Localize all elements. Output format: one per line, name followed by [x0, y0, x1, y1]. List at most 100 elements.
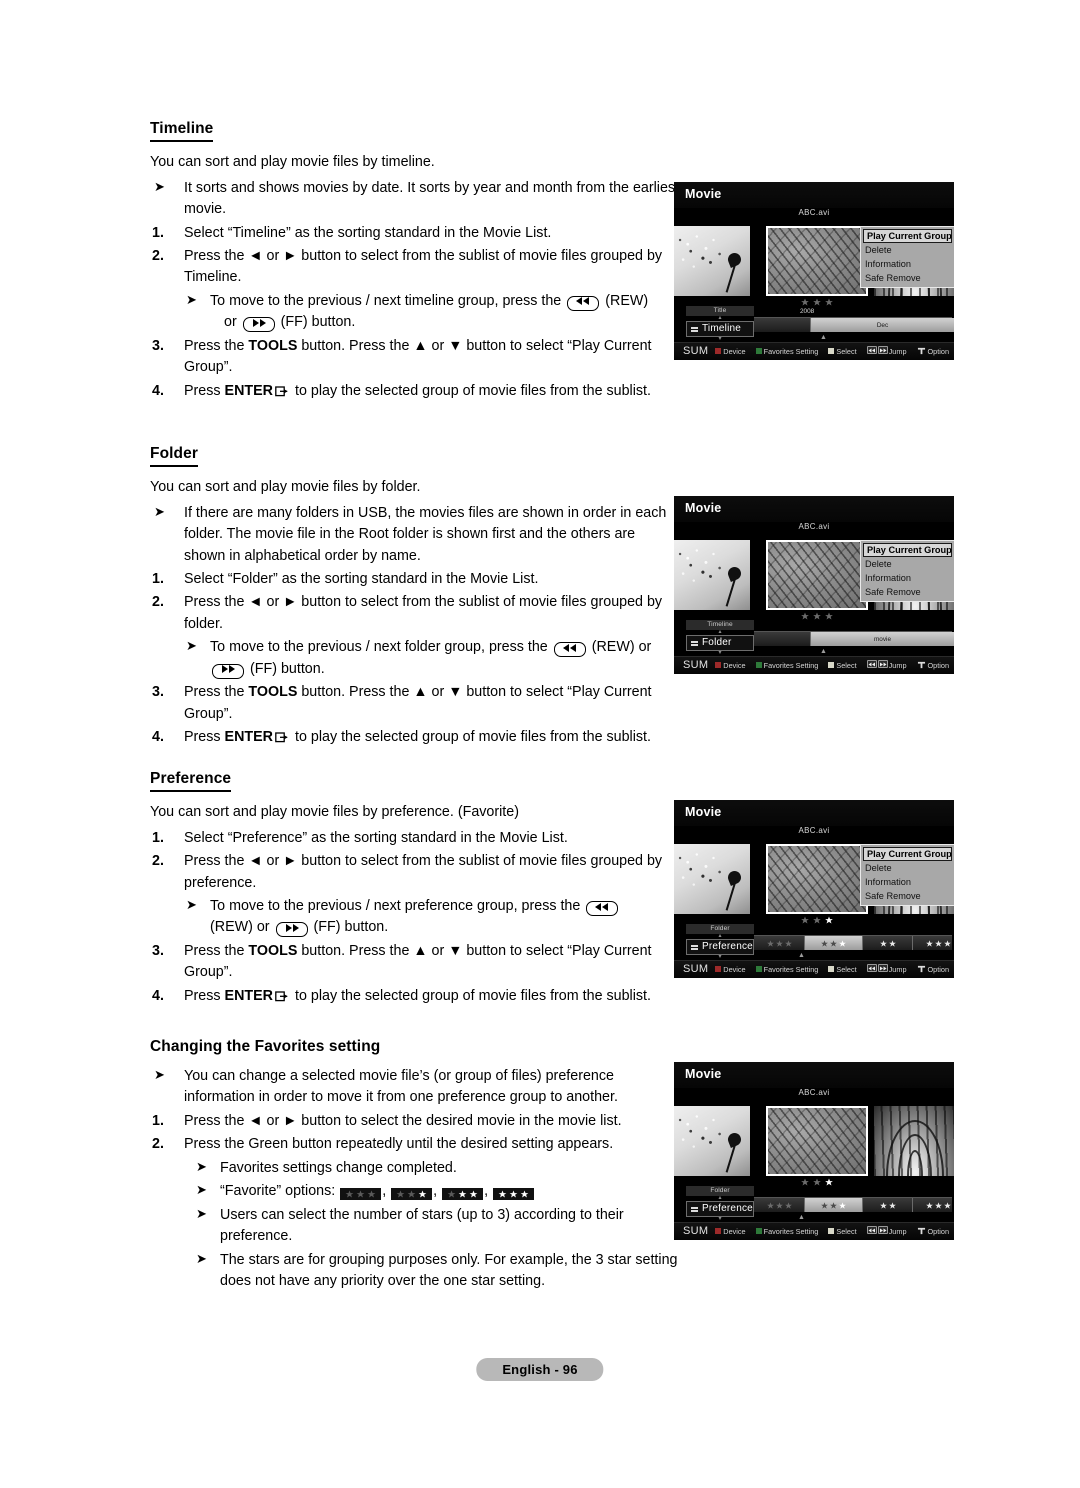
list-text: Press the TOOLS button. Press the ▲ or ▼… [184, 941, 680, 984]
key-label-option: Option [927, 965, 950, 974]
text-pre: Press the [184, 684, 249, 701]
popup-item-safe-remove[interactable]: Safe Remove [861, 271, 954, 285]
bullet-arrow-icon: ➤ [154, 178, 165, 194]
group-segment-current[interactable]: movie [810, 632, 954, 646]
popup-item-delete[interactable]: Delete [861, 557, 954, 571]
group-bar[interactable]: 2008 Dec [754, 308, 954, 332]
tools-keyword: TOOLS [248, 684, 298, 701]
bullet-arrow-icon: ➤ [196, 1182, 207, 1198]
text-pre: Press [184, 987, 225, 1004]
tools-popup-menu[interactable]: Play Current Group Delete Information Sa… [860, 540, 954, 602]
list-text: Press the ◄ or ► button to select the de… [184, 1112, 622, 1129]
rew-key-icon [866, 1226, 877, 1234]
green-key-icon [755, 1228, 762, 1234]
tools-key-icon [917, 661, 926, 669]
rew-key-icon [866, 346, 877, 354]
group-pointer-icon: ▲ [798, 1214, 805, 1221]
popup-item-safe-remove[interactable]: Safe Remove [861, 585, 954, 599]
sort-option-current[interactable]: Folder [686, 635, 754, 651]
list-text: Press the TOOLS button. Press the ▲ or ▼… [184, 682, 680, 725]
group-bar[interactable] [754, 1197, 952, 1212]
popup-item-information[interactable]: Information [861, 257, 954, 271]
group-segment-3-star[interactable] [912, 1198, 954, 1212]
text-after: to play the selected group of movie file… [291, 987, 651, 1004]
numbered-item: 4. Press ENTER to play the selected grou… [150, 381, 680, 404]
popup-item-play-current-group[interactable]: Play Current Group [863, 847, 952, 861]
sub-bullet-text: Favorites settings change completed. [220, 1159, 457, 1176]
popup-item-play-current-group[interactable]: Play Current Group [863, 229, 952, 243]
tv-filename: ABC.avi [798, 1088, 830, 1097]
popup-item-delete[interactable]: Delete [861, 861, 954, 875]
key-label-favorites-setting: Favorites Setting [763, 965, 819, 974]
sort-current-label: Folder [702, 637, 732, 648]
thumbnail-current[interactable] [766, 844, 868, 914]
group-segment-0-star[interactable] [754, 936, 804, 950]
bullet-text: You can change a selected movie file’s (… [184, 1068, 618, 1106]
tv-filename: ABC.avi [798, 522, 830, 531]
list-text: Press ENTER to play the selected group o… [184, 381, 680, 404]
thumbnail-next[interactable] [874, 1106, 954, 1176]
thumbnail-previous[interactable] [674, 540, 750, 610]
list-text: Select “Timeline” as the sorting standar… [184, 224, 552, 241]
popup-item-play-current-group[interactable]: Play Current Group [863, 543, 952, 557]
thumbnail-previous[interactable] [674, 844, 750, 914]
key-label-favorites-setting: Favorites Setting [763, 661, 819, 670]
sum-label: SUM [683, 1225, 709, 1237]
group-pointer-icon: ▲ [820, 648, 827, 655]
group-pointer-icon: ▲ [820, 334, 827, 341]
ff-key-icon [877, 1226, 888, 1234]
section-favorites: Changing the Favorites setting ➤ You can… [150, 1038, 680, 1294]
star-badge-0 [340, 1188, 382, 1201]
tools-popup-menu[interactable]: Play Current Group Delete Information Sa… [860, 844, 954, 906]
sort-handle-icon [691, 327, 698, 329]
enter-icon [275, 729, 288, 750]
section-lead-folder: You can sort and play movie files by fol… [150, 479, 421, 495]
bullet-text: It sorts and shows movies by date. It so… [184, 179, 680, 218]
section-heading-preference: Preference [150, 770, 232, 792]
star-badge-1 [391, 1188, 433, 1201]
yellow-key-icon [828, 662, 835, 668]
thumbnail-current[interactable] [766, 1106, 868, 1176]
popup-item-information[interactable]: Information [861, 875, 954, 889]
group-segment-3-star[interactable] [912, 936, 954, 950]
tv-title: Movie [685, 1067, 722, 1081]
group-bar[interactable] [754, 935, 952, 950]
sort-option-current[interactable]: Preference [686, 939, 754, 955]
group-bar[interactable]: movie [754, 631, 954, 646]
tools-popup-menu[interactable]: Play Current Group Delete Information Sa… [860, 226, 954, 288]
sub-bullet-text-before: To move to the previous / next preferenc… [210, 898, 581, 915]
list-marker: 2. [152, 853, 164, 870]
list-text: Press the Green button repeatedly until … [184, 1136, 614, 1153]
tv-filename: ABC.avi [798, 826, 830, 835]
sub-bullet-item: ➤ Favorites settings change completed. [194, 1158, 680, 1179]
group-segment-1-star[interactable] [804, 1198, 862, 1212]
group-segment-2-star[interactable] [862, 1198, 912, 1212]
group-segment-1-star[interactable] [804, 936, 862, 950]
thumbnail-previous[interactable] [674, 226, 750, 296]
list-marker: 1. [152, 829, 164, 846]
group-segment-current[interactable]: Dec [810, 318, 954, 332]
section-lead-preference: You can sort and play movie files by pre… [150, 804, 519, 820]
group-segment-2-star[interactable] [862, 936, 912, 950]
popup-item-delete[interactable]: Delete [861, 243, 954, 257]
red-key-icon [715, 1228, 722, 1234]
sort-option-current[interactable]: Timeline [686, 321, 754, 337]
numbered-item: 4. Press ENTER to play the selected grou… [150, 986, 680, 1009]
list-text: Press ENTER to play the selected group o… [184, 727, 680, 750]
tv-titlebar: Movie [674, 800, 954, 826]
thumbnail-current[interactable] [766, 226, 868, 296]
section-heading-folder: Folder [150, 445, 198, 467]
sort-handle-icon [691, 641, 698, 643]
sub-bullet-text: The stars are for grouping purposes only… [220, 1251, 678, 1289]
popup-item-safe-remove[interactable]: Safe Remove [861, 889, 954, 903]
sort-option-current[interactable]: Preference [686, 1201, 754, 1217]
rew-button-icon [553, 642, 586, 658]
thumbnail-current[interactable] [766, 540, 868, 610]
thumbnail-previous[interactable] [674, 1106, 750, 1176]
yellow-key-icon [828, 1228, 835, 1234]
ff-button-icon [212, 663, 244, 679]
enter-keyword: ENTER [224, 382, 273, 399]
group-segment-0-star[interactable] [754, 1198, 804, 1212]
numbered-item: 2. Press the ◄ or ► button to select fro… [150, 851, 680, 894]
popup-item-information[interactable]: Information [861, 571, 954, 585]
